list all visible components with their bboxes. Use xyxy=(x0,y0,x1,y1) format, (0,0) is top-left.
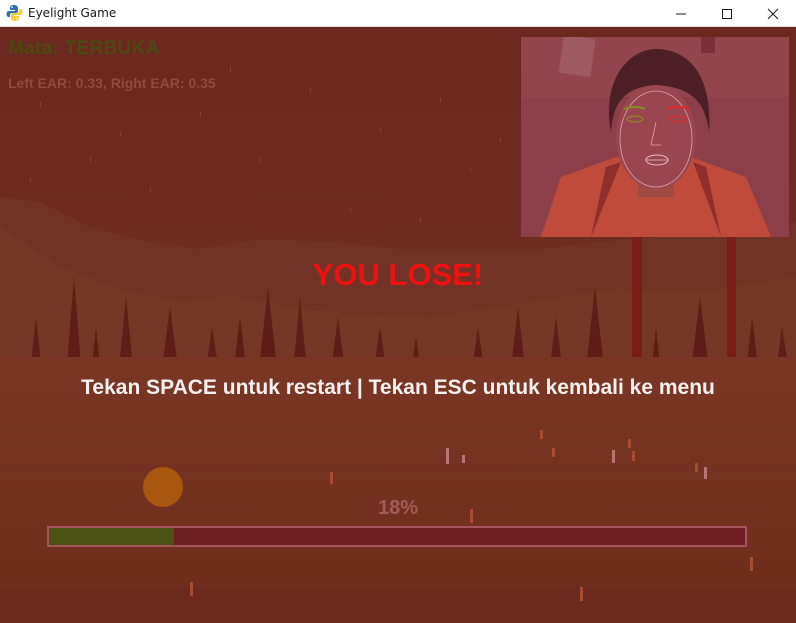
ear-readout: Left EAR: 0.33, Right EAR: 0.35 xyxy=(8,75,216,91)
window-title: Eyelight Game xyxy=(28,6,117,20)
close-button[interactable] xyxy=(750,0,796,27)
maximize-button[interactable] xyxy=(704,0,750,27)
restart-instructions: Tekan SPACE untuk restart | Tekan ESC un… xyxy=(81,376,715,399)
window-titlebar: Eyelight Game xyxy=(0,0,796,27)
progress-bar-fill xyxy=(49,528,175,545)
game-canvas[interactable]: Mata: TERBUKA Left EAR: 0.33, Right EAR:… xyxy=(0,27,796,623)
webcam-feed-icon xyxy=(521,37,789,237)
progress-label: 18% xyxy=(377,497,419,519)
python-icon xyxy=(6,5,23,21)
progress-bar xyxy=(47,526,747,547)
close-icon xyxy=(767,8,779,20)
webcam-preview xyxy=(521,37,789,237)
minimize-button[interactable] xyxy=(658,0,704,27)
game-over-message: YOU LOSE! xyxy=(312,257,484,292)
eye-status-label: Mata: TERBUKA xyxy=(8,38,160,59)
player-ball xyxy=(143,467,183,507)
maximize-icon xyxy=(722,9,732,19)
minimize-icon xyxy=(676,13,686,15)
